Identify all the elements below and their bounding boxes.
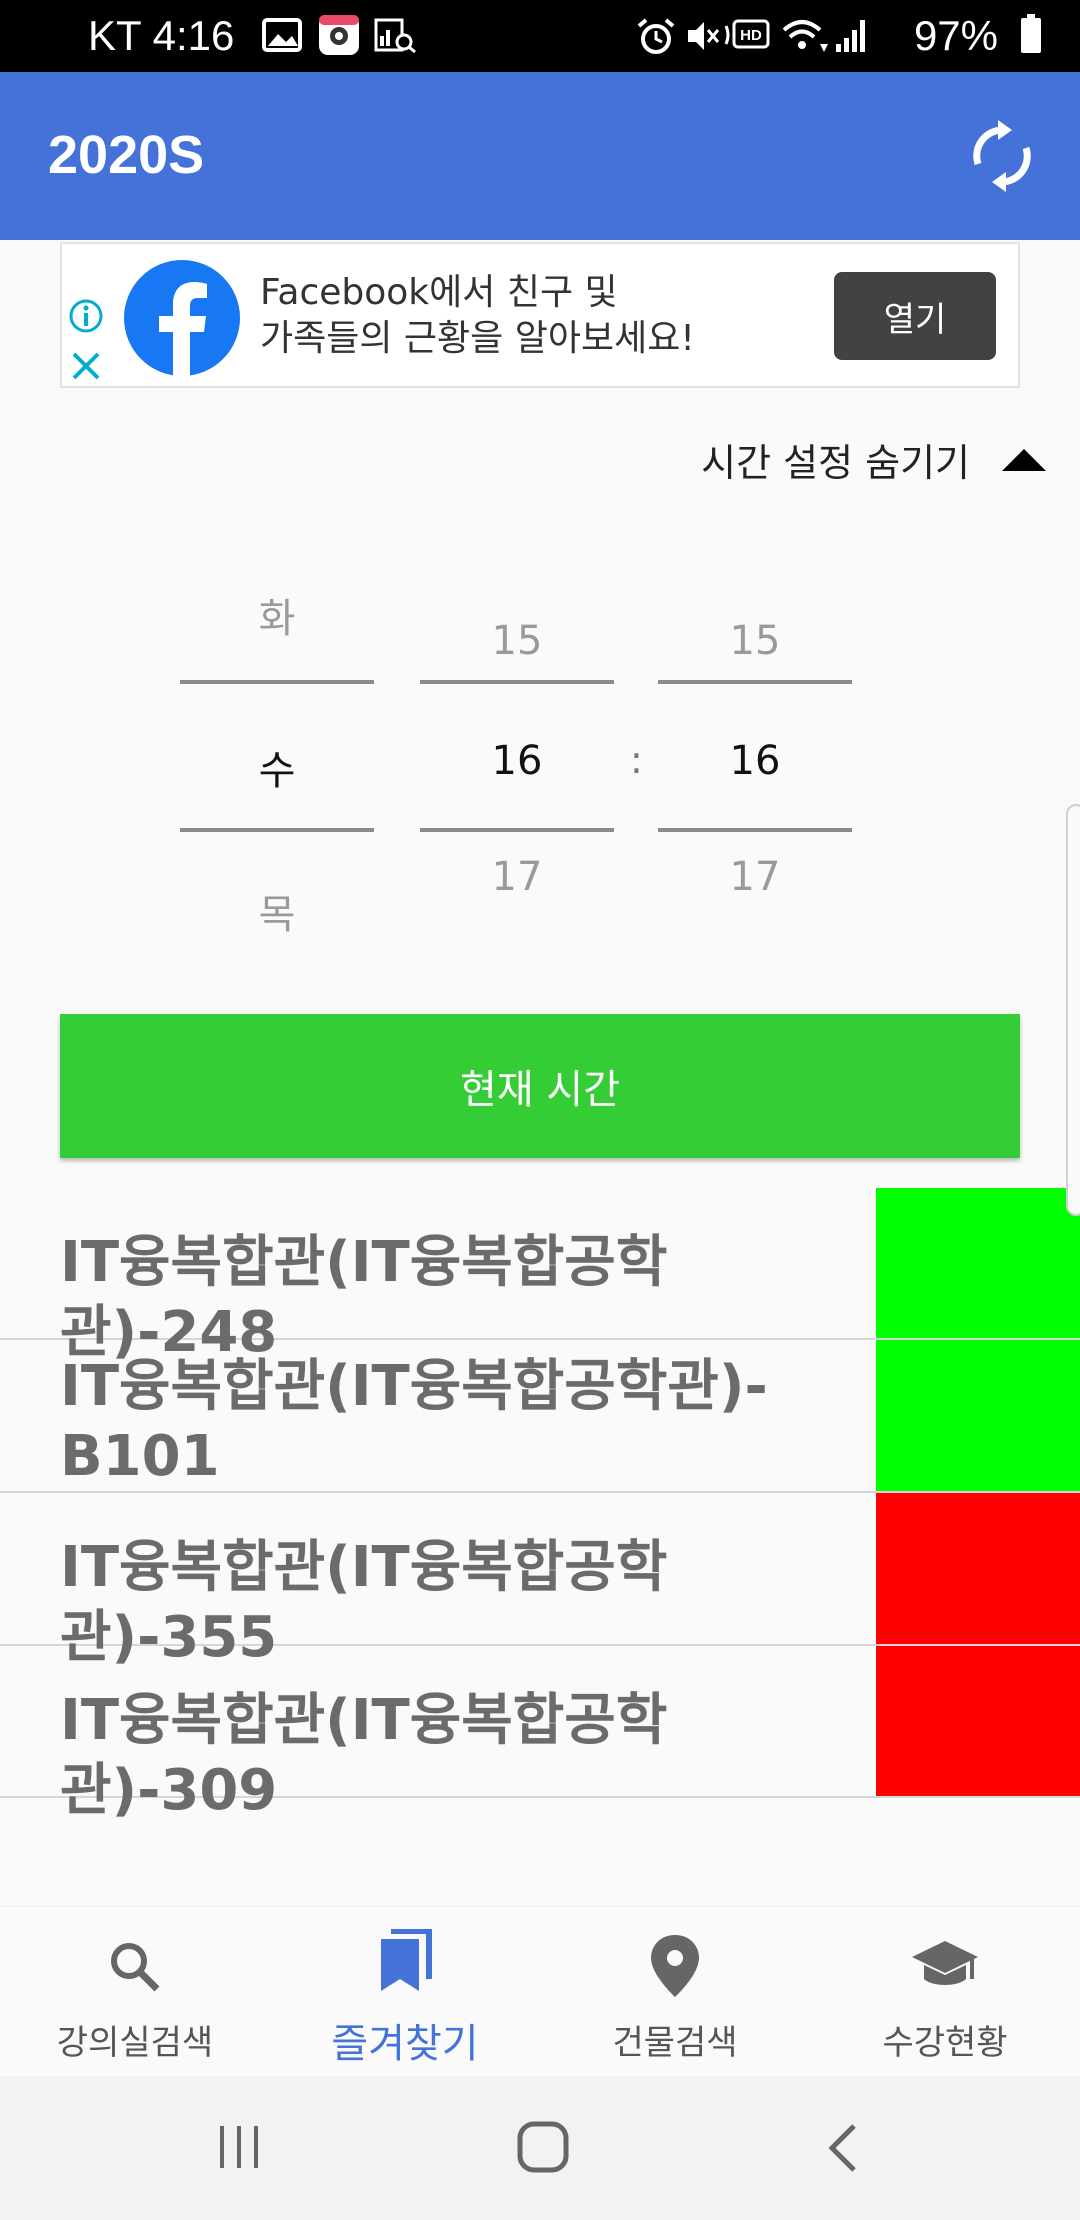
time-separator: : [630, 738, 643, 782]
nav-label: 수강현황 [882, 2023, 1008, 2063]
system-navigation-bar [0, 2076, 1080, 2220]
nav-label: 즐겨찾기 [331, 2021, 479, 2067]
minute-prev[interactable]: 15 [658, 618, 852, 664]
app-title: 2020S [48, 125, 205, 185]
recent-apps-icon[interactable] [214, 2122, 264, 2172]
picker-divider [180, 828, 374, 832]
app-bar: 2020S [0, 72, 1080, 240]
svg-text:HD: HD [740, 27, 762, 44]
room-name-line1: IT융복합관(IT융복합공학관)- [60, 1354, 768, 1419]
back-icon[interactable] [824, 2122, 864, 2174]
scroll-handle[interactable] [1066, 804, 1080, 1216]
minute-picker[interactable]: 15 16 17 [658, 580, 852, 920]
data-search-icon [374, 18, 416, 54]
bottom-navigation: 강의실검색 즐겨찾기 건물검색 수강현황 [0, 1906, 1080, 2076]
room-status-indicator [876, 1646, 1080, 1796]
picker-divider [420, 680, 614, 684]
day-next[interactable]: 목 [180, 882, 374, 940]
day-prev[interactable]: 화 [180, 586, 374, 644]
ad-close-icon[interactable] [70, 350, 102, 382]
list-item[interactable]: IT융복합관(IT융복합공학관)-309 [0, 1646, 1080, 1823]
room-status-indicator [876, 1340, 1080, 1491]
picker-divider [180, 680, 374, 684]
day-current[interactable]: 수 [180, 738, 374, 796]
battery-percent: 97% [913, 12, 998, 59]
collapse-arrow-icon [1002, 448, 1046, 471]
gallery-icon [262, 18, 302, 52]
picker-divider [420, 828, 614, 832]
list-item[interactable]: IT융복합관(IT융복합공학관)-248 [0, 1188, 1080, 1365]
ad-info-icon[interactable] [68, 298, 104, 334]
hour-picker[interactable]: 15 16 17 [420, 580, 614, 920]
nav-label: 강의실검색 [56, 2023, 214, 2063]
location-pin-icon [651, 1935, 699, 1997]
status-carrier-time: KT 4:16 [88, 12, 235, 59]
wifi-icon [782, 20, 828, 52]
mute-icon [688, 22, 720, 50]
room-name-line1: IT융복합관(IT융복합공학관)-309 [60, 1688, 668, 1823]
room-name: IT융복합관(IT융복합공학관)- B101 [60, 1352, 870, 1492]
hour-current[interactable]: 16 [420, 738, 614, 784]
list-item[interactable]: IT융복합관(IT융복합공학관)-355 [0, 1493, 1080, 1670]
time-settings-toggle[interactable]: 시간 설정 숨기기 [701, 432, 1048, 487]
minute-current[interactable]: 16 [658, 738, 852, 784]
alarm-icon [637, 18, 675, 54]
time-settings-toggle-label: 시간 설정 숨기기 [701, 441, 970, 485]
picker-divider [658, 680, 852, 684]
hour-prev[interactable]: 15 [420, 618, 614, 664]
nav-item-enrollment-status[interactable]: 수강현황 [810, 1907, 1080, 2077]
hd-voice-icon: HD [724, 19, 770, 49]
list-item[interactable]: IT융복합관(IT융복합공학관)- B101 [0, 1340, 1080, 1493]
nav-item-building-search[interactable]: 건물검색 [540, 1907, 810, 2077]
minute-next[interactable]: 17 [658, 854, 852, 900]
signal-icon [836, 20, 865, 52]
room-name-line2: B101 [60, 1424, 220, 1489]
picker-divider [658, 828, 852, 832]
status-bar: KT 4:16 HD 97% [0, 0, 1080, 72]
room-status-indicator [876, 1493, 1080, 1644]
refresh-icon[interactable] [964, 118, 1040, 194]
room-status-indicator [876, 1188, 1080, 1338]
ad-open-button[interactable]: 열기 [834, 272, 996, 360]
day-picker[interactable]: 화 수 목 [180, 580, 374, 938]
home-icon[interactable] [516, 2120, 570, 2174]
current-time-button[interactable]: 현재 시간 [60, 1014, 1020, 1158]
hour-next[interactable]: 17 [420, 854, 614, 900]
ad-text: Facebook에서 친구 및 가족들의 근황을 알아보세요! [260, 270, 695, 362]
search-icon [111, 1943, 160, 1992]
ad-text-line2: 가족들의 근황을 알아보세요! [260, 318, 695, 359]
graduation-cap-icon [912, 1941, 978, 1985]
ad-banner[interactable]: Facebook에서 친구 및 가족들의 근황을 알아보세요! 열기 [60, 242, 1020, 388]
bookmark-icon [381, 1929, 432, 1991]
battery-icon [1021, 14, 1041, 53]
maps-app-icon [319, 15, 359, 55]
nav-item-classroom-search[interactable]: 강의실검색 [0, 1907, 270, 2077]
nav-label: 건물검색 [612, 2023, 738, 2063]
facebook-logo-icon [124, 260, 240, 376]
ad-text-line1: Facebook에서 친구 및 [260, 272, 618, 313]
nav-item-favorites[interactable]: 즐겨찾기 [270, 1907, 540, 2077]
room-name: IT융복합관(IT융복합공학관)-309 [60, 1686, 870, 1826]
